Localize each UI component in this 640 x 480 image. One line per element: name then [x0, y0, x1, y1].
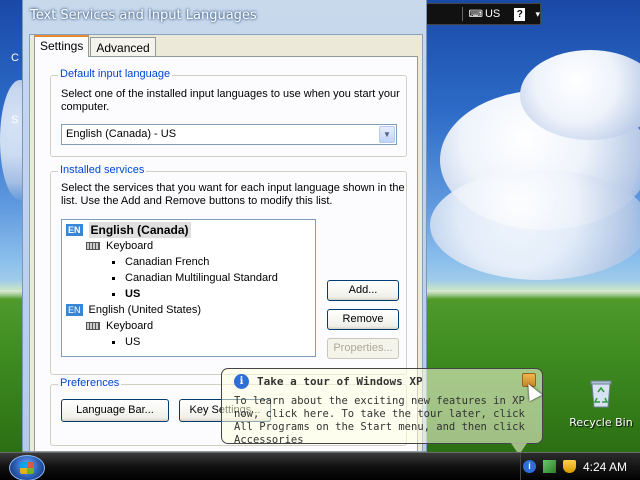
security-shield-icon[interactable]: [563, 460, 576, 473]
recycle-bin-label: Recycle Bin: [569, 416, 633, 429]
list-item[interactable]: EN English (Canada): [66, 222, 191, 238]
installed-services-description: Select the services that you want for ea…: [61, 182, 405, 207]
keyboard-icon: [86, 242, 100, 250]
language-bar-button[interactable]: Language Bar...: [61, 399, 169, 422]
properties-button[interactable]: Properties...: [327, 338, 399, 359]
balloon-title: Take a tour of Windows XP: [257, 375, 423, 388]
keyboard-icon: ⌨: [468, 8, 483, 20]
tab-strip: Settings Advanced: [34, 35, 157, 57]
list-item-label: English (United States): [88, 304, 202, 316]
list-item[interactable]: EN English (United States): [66, 302, 201, 318]
system-tray: i 4:24 AM: [520, 453, 640, 480]
network-icon[interactable]: [543, 460, 556, 473]
windows-start-orb-icon[interactable]: [9, 455, 45, 480]
list-item-label: US: [125, 336, 141, 348]
group-legend: Installed services: [58, 164, 147, 176]
list-item-label: Canadian French: [125, 256, 210, 268]
chevron-down-icon[interactable]: ▾: [535, 9, 540, 20]
language-badge: EN: [66, 304, 83, 316]
language-badge: EN: [66, 224, 83, 236]
information-icon[interactable]: i: [523, 460, 536, 473]
divider: [461, 7, 463, 21]
default-input-language-select[interactable]: English (Canada) - US ▼: [61, 124, 397, 145]
clock[interactable]: 4:24 AM: [583, 460, 627, 474]
balloon-text[interactable]: To learn about the exciting new features…: [234, 395, 534, 447]
bullet: [112, 292, 115, 296]
list-item[interactable]: US: [112, 334, 140, 350]
list-item[interactable]: US: [112, 286, 140, 302]
tab-settings[interactable]: Settings: [34, 35, 90, 57]
group-legend: Default input language: [58, 68, 173, 80]
recycle-bin-icon: [588, 378, 614, 408]
remove-button[interactable]: Remove: [327, 309, 399, 330]
taskbar: i 4:24 AM: [0, 452, 640, 480]
installed-services-list[interactable]: EN English (Canada) Keyboard Canadian Fr…: [61, 219, 316, 357]
list-item[interactable]: Keyboard: [86, 318, 153, 334]
default-input-language-group: Default input language Select one of the…: [50, 68, 407, 157]
list-item-label: US: [125, 288, 141, 300]
default-input-language-value: English (Canada) - US: [66, 128, 177, 140]
bullet: [112, 276, 115, 280]
bullet: [112, 340, 115, 344]
language-bar-layout[interactable]: US: [485, 8, 500, 20]
keyboard-icon: [86, 322, 100, 330]
recycle-bin[interactable]: Recycle Bin: [566, 378, 636, 429]
desktop-edge-text: C: [11, 52, 19, 64]
list-item[interactable]: Canadian French: [112, 254, 209, 270]
chevron-down-icon[interactable]: ▼: [379, 126, 395, 143]
list-item[interactable]: Canadian Multilingual Standard: [112, 270, 278, 286]
windows-flag-icon: [20, 462, 34, 474]
list-item-label: Canadian Multilingual Standard: [125, 272, 278, 284]
add-button[interactable]: Add...: [327, 280, 399, 301]
default-input-description: Select one of the installed input langua…: [61, 88, 400, 113]
cloud: [430, 170, 640, 280]
help-icon[interactable]: ?: [514, 7, 526, 21]
list-item[interactable]: Keyboard: [86, 238, 153, 254]
list-item-label: Keyboard: [106, 240, 154, 252]
window-title: Text Services and Input Languages: [30, 8, 257, 23]
bullet: [112, 260, 115, 264]
installed-services-group: Installed services Select the services t…: [50, 164, 407, 375]
list-item-label: Keyboard: [106, 320, 154, 332]
desktop-edge-text: S: [11, 114, 19, 126]
information-icon: i: [234, 374, 249, 389]
group-legend: Preferences: [58, 377, 122, 389]
list-item-label: English (Canada): [88, 222, 191, 238]
tab-advanced[interactable]: Advanced: [90, 37, 156, 57]
tour-balloon[interactable]: i Take a tour of Windows XP To learn abo…: [221, 368, 543, 455]
